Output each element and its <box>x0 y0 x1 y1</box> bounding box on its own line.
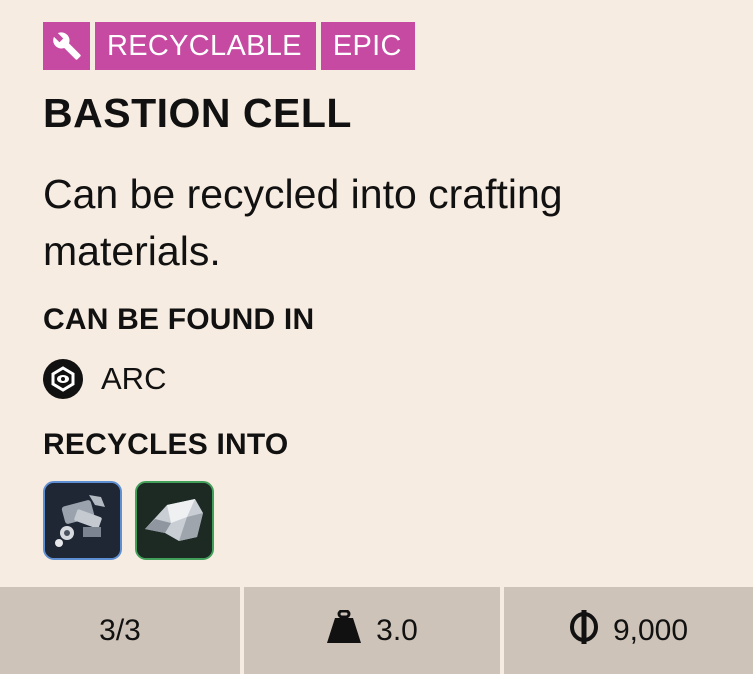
item-description: Can be recycled into crafting materials. <box>43 171 563 274</box>
stack-value: 3/3 <box>99 613 141 647</box>
found-in-heading: CAN BE FOUND IN <box>43 303 315 336</box>
weight-cell: 3.0 <box>244 587 500 674</box>
stats-bar: 3/3 3.0 9,000 <box>0 587 753 674</box>
stack-cell: 3/3 <box>0 587 240 674</box>
mechanical-parts-icon[interactable] <box>43 481 122 560</box>
category-tag: RECYCLABLE <box>95 22 316 70</box>
value-amount: 9,000 <box>612 613 689 647</box>
materials-list <box>43 481 214 560</box>
source-item: ARC <box>43 359 166 399</box>
source-label: ARC <box>101 361 167 396</box>
weight-icon <box>326 609 362 652</box>
tag-row: RECYCLABLE EPIC <box>43 22 415 70</box>
item-tooltip: RECYCLABLE EPIC BASTION CELL Can be recy… <box>0 0 753 674</box>
value-cell: 9,000 <box>504 587 753 674</box>
recycles-into-heading: RECYCLES INTO <box>43 428 289 461</box>
wrench-icon <box>43 22 90 70</box>
item-title: BASTION CELL <box>43 90 352 136</box>
metal-alloy-icon[interactable] <box>135 481 214 560</box>
arc-icon <box>43 359 83 399</box>
weight-value: 3.0 <box>376 613 418 647</box>
coin-icon <box>569 609 599 652</box>
rarity-tag: EPIC <box>320 22 415 70</box>
